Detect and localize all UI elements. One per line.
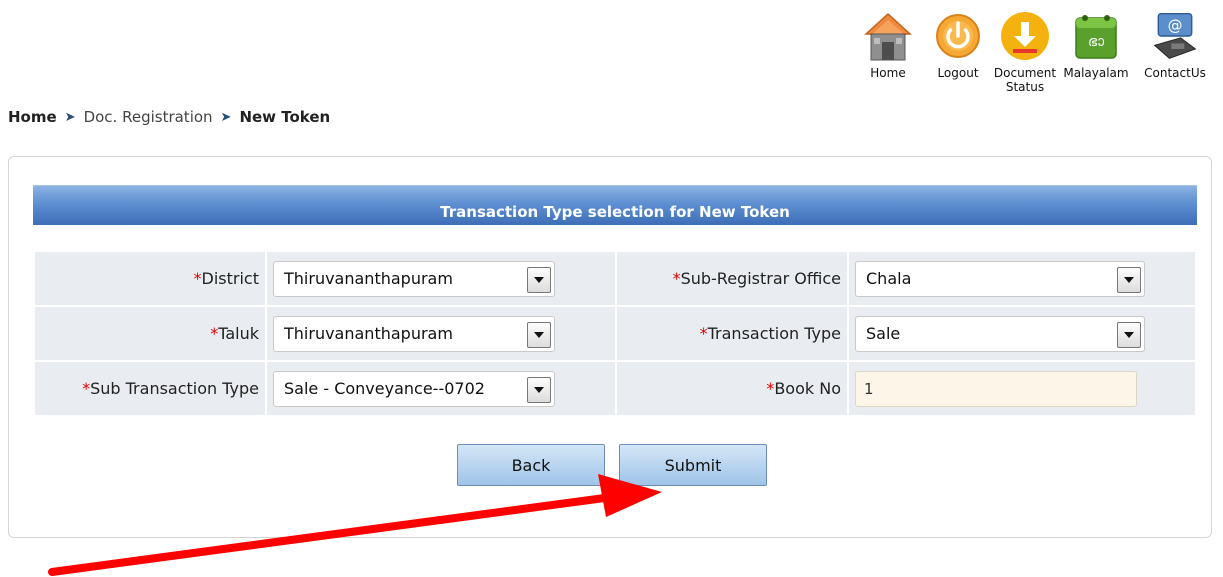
- book-no-field[interactable]: 1: [855, 370, 1137, 407]
- taluk-cell: Thiruvananthapuram: [267, 307, 615, 360]
- sub-transaction-type-label-text: Sub Transaction Type: [90, 379, 259, 398]
- chevron-down-icon[interactable]: [527, 376, 551, 403]
- chevron-down-icon[interactable]: [1117, 321, 1141, 348]
- sub-registrar-office-value: Chala: [866, 269, 912, 288]
- back-button[interactable]: Back: [457, 444, 605, 486]
- nav-logout-label: Logout: [937, 66, 979, 80]
- nav-home[interactable]: Home: [859, 6, 917, 94]
- book-no-cell: 1: [849, 362, 1195, 415]
- top-navigation: Home Logout Document Status ഭാ Malayalam…: [859, 6, 1215, 94]
- breadcrumb-current: New Token: [239, 108, 331, 126]
- nav-document-status[interactable]: Document Status: [993, 6, 1057, 94]
- submit-button[interactable]: Submit: [619, 444, 767, 486]
- taluk-select[interactable]: Thiruvananthapuram: [273, 315, 555, 352]
- transaction-type-value: Sale: [866, 324, 901, 343]
- required-mark: *: [672, 269, 681, 288]
- taluk-label-text: Taluk: [218, 324, 259, 343]
- required-mark: *: [193, 269, 202, 288]
- nav-contact-us[interactable]: @ ContactUs: [1135, 6, 1215, 94]
- download-icon: [999, 6, 1051, 66]
- required-mark: *: [699, 324, 708, 343]
- form-grid: *District Thiruvananthapuram *Sub-Regist…: [33, 250, 1197, 417]
- breadcrumb: Home ➤ Doc. Registration ➤ New Token: [8, 108, 330, 126]
- home-icon: [862, 6, 914, 66]
- sub-transaction-type-value: Sale - Conveyance--0702: [284, 379, 485, 398]
- nav-malayalam[interactable]: ഭാ Malayalam: [1059, 6, 1133, 94]
- breadcrumb-home[interactable]: Home: [8, 108, 57, 126]
- nav-contact-label: ContactUs: [1144, 66, 1206, 80]
- nav-home-label: Home: [870, 66, 906, 80]
- sub-transaction-type-label: *Sub Transaction Type: [35, 362, 265, 415]
- sub-registrar-office-select[interactable]: Chala: [855, 260, 1145, 297]
- triangle-right-icon: ➤: [64, 109, 76, 125]
- taluk-value: Thiruvananthapuram: [284, 324, 453, 343]
- taluk-label: *Taluk: [35, 307, 265, 360]
- malayalam-calendar-icon: ഭാ: [1070, 6, 1122, 66]
- sub-registrar-office-cell: Chala: [849, 252, 1195, 305]
- chevron-down-icon[interactable]: [1117, 266, 1141, 293]
- transaction-type-label-text: Transaction Type: [707, 324, 841, 343]
- chevron-down-icon[interactable]: [527, 321, 551, 348]
- form-panel: Transaction Type selection for New Token…: [8, 156, 1212, 538]
- contact-phone-icon: @: [1149, 6, 1201, 66]
- book-no-label-text: Book No: [774, 379, 841, 398]
- book-no-label: *Book No: [617, 362, 847, 415]
- triangle-right-icon: ➤: [220, 109, 232, 125]
- sub-transaction-type-select[interactable]: Sale - Conveyance--0702: [273, 370, 555, 407]
- power-icon: [932, 6, 984, 66]
- chevron-down-icon[interactable]: [527, 266, 551, 293]
- district-label-text: District: [201, 269, 259, 288]
- transaction-type-select[interactable]: Sale: [855, 315, 1145, 352]
- form-row: *Taluk Thiruvananthapuram *Transaction T…: [35, 307, 1195, 360]
- district-value: Thiruvananthapuram: [284, 269, 453, 288]
- district-label: *District: [35, 252, 265, 305]
- sub-registrar-office-label-text: Sub-Registrar Office: [680, 269, 841, 288]
- form-row: *Sub Transaction Type Sale - Conveyance-…: [35, 362, 1195, 415]
- form-row: *District Thiruvananthapuram *Sub-Regist…: [35, 252, 1195, 305]
- sub-transaction-type-cell: Sale - Conveyance--0702: [267, 362, 615, 415]
- svg-text:@: @: [1168, 16, 1183, 34]
- sub-registrar-office-label: *Sub-Registrar Office: [617, 252, 847, 305]
- nav-document-status-line2: Status: [1005, 80, 1045, 94]
- panel-title: Transaction Type selection for New Token: [33, 185, 1197, 225]
- district-cell: Thiruvananthapuram: [267, 252, 615, 305]
- nav-document-status-label: Document Status: [994, 66, 1056, 94]
- transaction-type-label: *Transaction Type: [617, 307, 847, 360]
- malayalam-glyph: ഭാ: [1088, 34, 1105, 50]
- nav-logout[interactable]: Logout: [931, 6, 985, 94]
- district-select[interactable]: Thiruvananthapuram: [273, 260, 555, 297]
- nav-document-status-line1: Document: [993, 66, 1057, 80]
- transaction-type-cell: Sale: [849, 307, 1195, 360]
- breadcrumb-doc-registration[interactable]: Doc. Registration: [84, 108, 213, 126]
- nav-malayalam-label: Malayalam: [1063, 66, 1129, 80]
- required-mark: *: [82, 379, 91, 398]
